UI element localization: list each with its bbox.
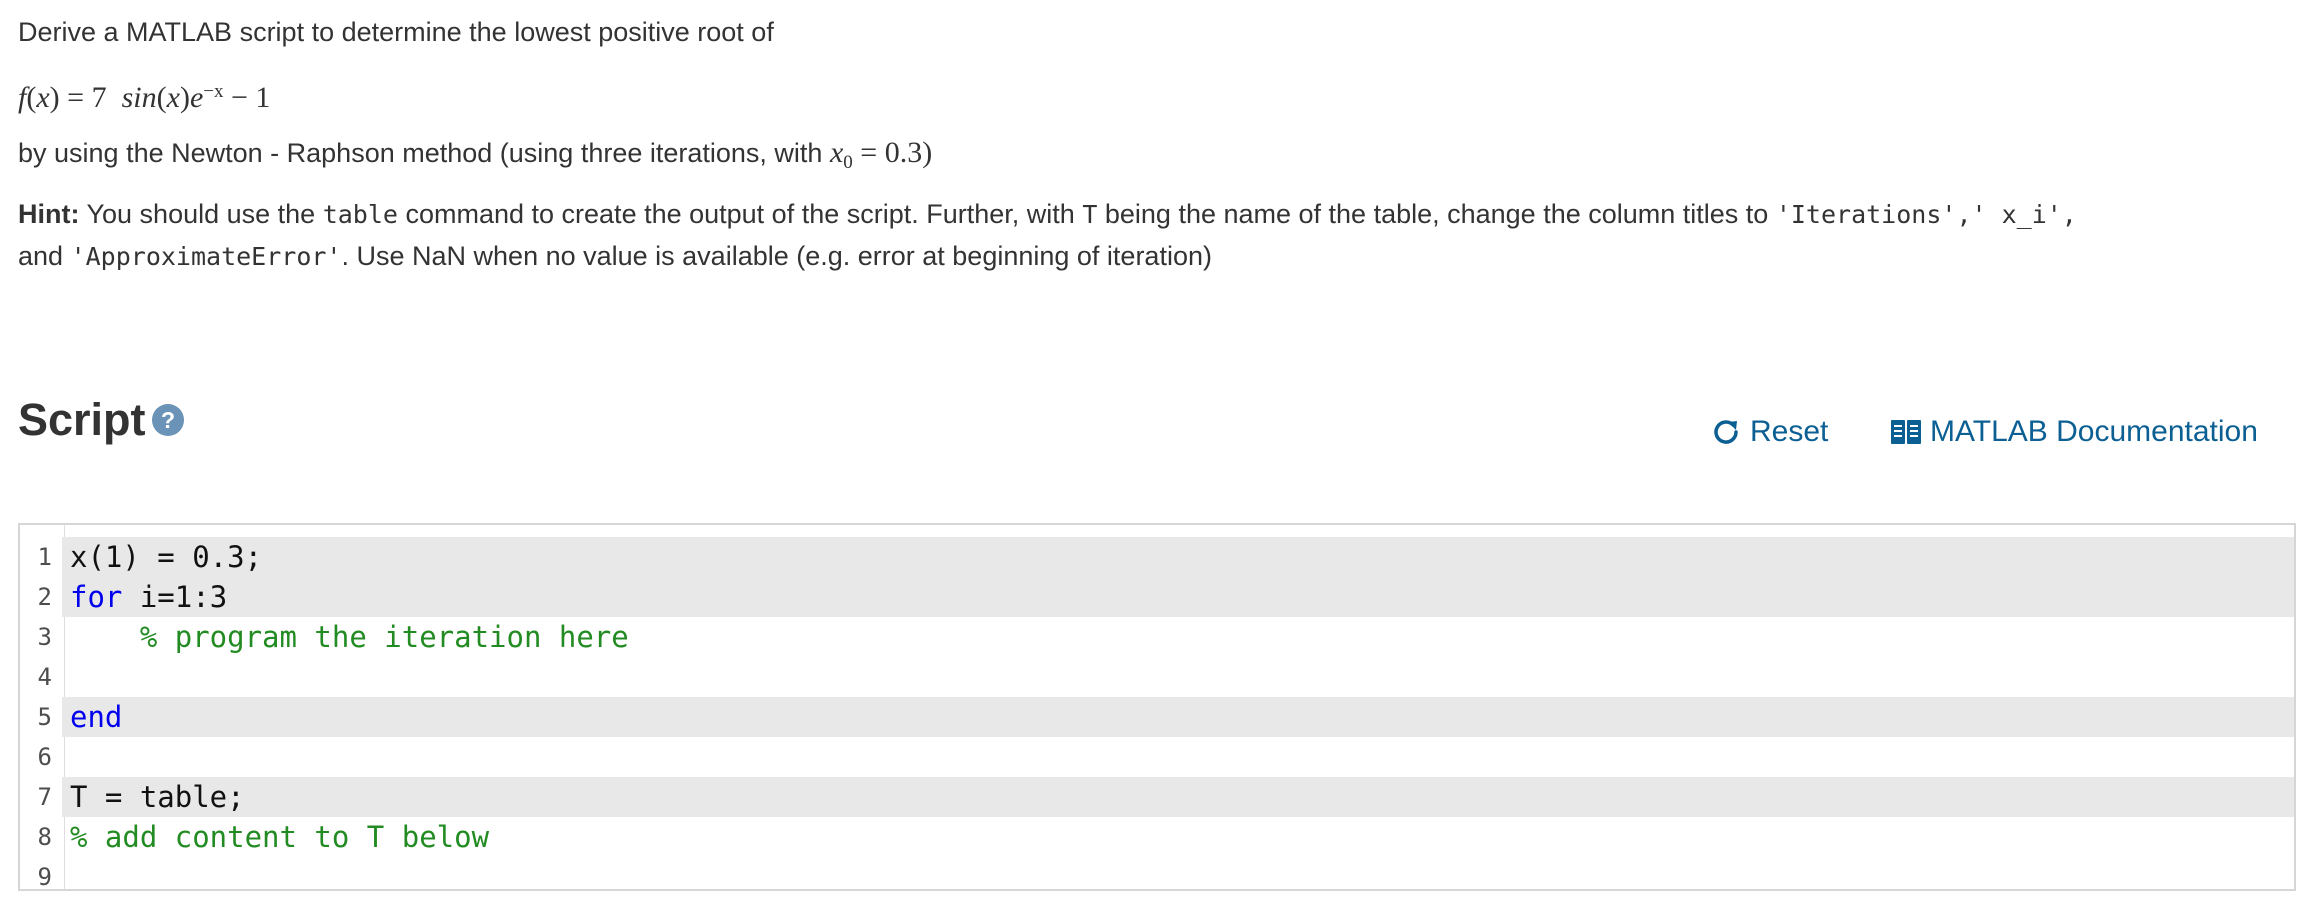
problem-intro: Derive a MATLAB script to determine the …	[18, 17, 774, 47]
code-line[interactable]: 9	[20, 857, 2294, 897]
equation-tail: − 1	[230, 81, 271, 114]
method-line: by using the Newton - Raphson method (us…	[18, 133, 932, 183]
book-icon	[1891, 420, 1921, 444]
initial-value: x0 = 0.3)	[829, 136, 933, 173]
code-line[interactable]: 7 T = table;	[20, 777, 2294, 817]
keyword-end: end	[70, 700, 123, 734]
hint-code-titles: 'Iterations',' x_i',	[1775, 200, 2077, 229]
equation: f(x) = 7 sin(x)e−x − 1	[18, 72, 270, 118]
code-text[interactable]	[62, 737, 2294, 777]
hint-code-error: 'ApproximateError'	[70, 242, 342, 271]
equation-exponent: −x	[203, 81, 224, 102]
code-line[interactable]: 1 x(1) = 0.3;	[20, 537, 2294, 577]
hint-text: command to create the output of the scri…	[397, 199, 1083, 229]
code-text[interactable]	[62, 857, 2294, 897]
code-line[interactable]: 3 % program the iteration here	[20, 617, 2294, 657]
line-number: 5	[37, 703, 52, 731]
initial-sub: 0	[843, 152, 853, 173]
docs-label: MATLAB Documentation	[1930, 415, 2258, 448]
matlab-docs-link[interactable]: MATLAB Documentation	[1890, 410, 2258, 454]
line-number: 8	[37, 823, 52, 851]
line-number: 3	[37, 623, 52, 651]
code-fragment: i=1:3	[122, 580, 228, 614]
code-editor[interactable]: 1 x(1) = 0.3; 2 for i=1:3 3 % program th…	[18, 523, 2296, 891]
hint-text: . Use NaN when no value is available (e.…	[341, 241, 1212, 271]
line-number: 2	[37, 583, 52, 611]
hint-text: and	[18, 241, 71, 271]
reset-label: Reset	[1750, 415, 1829, 448]
hint-text: being the name of the table, change the …	[1097, 199, 1776, 229]
hint-code-T: T	[1082, 200, 1098, 229]
line-number: 9	[37, 863, 52, 891]
code-line[interactable]: 4	[20, 657, 2294, 697]
hint-text: You should use the	[79, 199, 323, 229]
line-number: 1	[37, 543, 52, 571]
hint-line-2: and 'ApproximateError'. Use NaN when no …	[18, 236, 1212, 277]
code-text[interactable]: x(1) = 0.3;	[62, 537, 2294, 577]
help-icon[interactable]: ?	[152, 404, 184, 436]
line-number: 7	[37, 783, 52, 811]
script-title: Script	[18, 394, 146, 445]
code-line[interactable]: 8 % add content to T below	[20, 817, 2294, 857]
method-text: by using the Newton - Raphson method (us…	[18, 138, 823, 168]
keyword-for: for	[70, 580, 123, 614]
initial-val: = 0.3)	[860, 136, 933, 169]
line-number: 6	[37, 743, 52, 771]
code-text[interactable]	[62, 657, 2294, 697]
hint-line-1: Hint: You should use the table command t…	[18, 194, 2077, 235]
code-line[interactable]: 6	[20, 737, 2294, 777]
code-line[interactable]: 2 for i=1:3	[20, 577, 2294, 617]
hint-label: Hint:	[18, 199, 80, 229]
initial-var: x	[829, 136, 844, 169]
hint-code-table: table	[322, 200, 398, 229]
refresh-icon	[1714, 420, 1738, 444]
code-comment[interactable]: % add content to T below	[62, 817, 2294, 857]
reset-button[interactable]: Reset	[1710, 410, 1828, 454]
code-text[interactable]: T = table;	[62, 777, 2294, 817]
code-text[interactable]: for i=1:3	[62, 577, 2294, 617]
code-text[interactable]: end	[62, 697, 2294, 737]
line-number: 4	[37, 663, 52, 691]
equation-lhs: f(x) = 7 sin(x)e	[18, 81, 204, 114]
code-comment[interactable]: % program the iteration here	[62, 617, 2294, 657]
code-line[interactable]: 5 end	[20, 697, 2294, 737]
